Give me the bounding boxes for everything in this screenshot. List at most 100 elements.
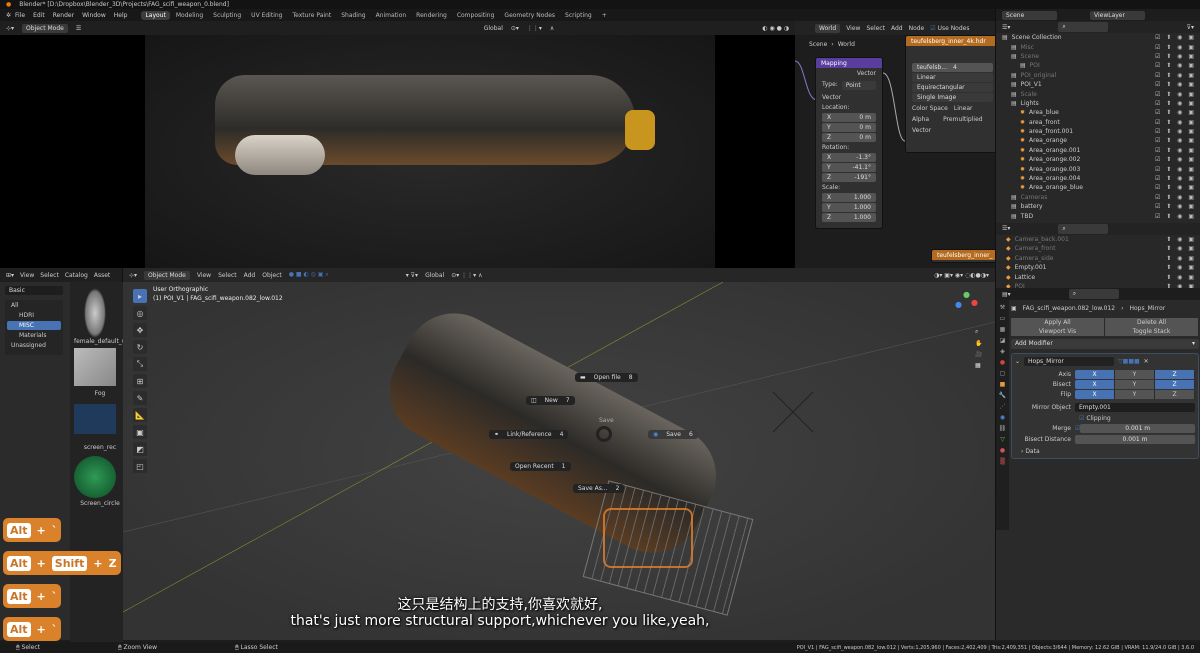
menu-edit[interactable]: Edit	[33, 12, 45, 19]
addon-icons[interactable]: ● ■ ◐ ◎ ▣ ⌕	[289, 271, 329, 279]
pie-item-link-reference[interactable]: ⚭ Link/Reference 4	[489, 430, 569, 439]
rot-field[interactable]: Y -41.1°	[822, 163, 876, 172]
outliner-item[interactable]: ✹ Area_orange.001 ☑ ⬆ ◉ ▣	[996, 146, 1200, 155]
outliner-item[interactable]: ◆ Lattice ⬆ ◉ ▣	[996, 272, 1200, 281]
workspace-tab[interactable]: Texture Paint	[288, 11, 335, 20]
visibility-toggles[interactable]: ☑ ⬆ ◉ ▣	[1155, 91, 1196, 98]
outliner-item[interactable]: ▤ POI ☑ ⬆ ◉ ▣	[996, 61, 1200, 70]
proportional-icon[interactable]: ∧	[550, 25, 554, 32]
shading-icons[interactable]: ◑▾ ▣▾ ◉▾ ◌◐●◑▾	[934, 272, 989, 279]
workspace-tab[interactable]: Scripting	[561, 11, 596, 20]
transform-dropdown[interactable]: Global	[484, 25, 503, 32]
visibility-toggles[interactable]: ☑ ⬆ ◉ ▣	[1155, 53, 1196, 60]
visibility-toggles[interactable]: ⬆ ◉ ▣	[1166, 255, 1196, 262]
pie-item-new[interactable]: ◫ New 7	[526, 396, 575, 405]
workspace-tab[interactable]: UV Editing	[247, 11, 286, 20]
outliner-item[interactable]: ✹ Area_orange ☑ ⬆ ◉ ▣	[996, 136, 1200, 145]
visibility-toggles[interactable]: ☑ ⬆ ◉ ▣	[1155, 44, 1196, 51]
editor-type-icon[interactable]: ▤▾	[1002, 291, 1011, 298]
mode-dropdown[interactable]: Object Mode	[144, 270, 190, 280]
outliner-item[interactable]: ✹ Area_orange_blue ☑ ⬆ ◉ ▣	[996, 183, 1200, 192]
menu-asset[interactable]: Asset	[94, 272, 110, 279]
clipping-checkbox[interactable]: ☑ Clipping	[1079, 415, 1195, 422]
shader-node-editor[interactable]: World View Select Add Node ☑ Use Nodes S…	[795, 21, 995, 268]
outliner-item[interactable]: ◆ Camera_side ⬆ ◉ ▣	[996, 254, 1200, 263]
outliner-item[interactable]: ✹ Area_orange.004 ☑ ⬆ ◉ ▣	[996, 174, 1200, 183]
visibility-toggles[interactable]: ⬆ ◉ ▣	[1166, 274, 1196, 281]
image-node-header[interactable]: teufelsberg_inner_4k.hdr	[906, 36, 995, 46]
loc-field[interactable]: Y0 m	[822, 123, 876, 132]
workspace-tab[interactable]: Animation	[372, 11, 411, 20]
axis-y-toggle[interactable]: Y	[1115, 370, 1155, 379]
filter-icon[interactable]: ⊽▾	[1187, 24, 1194, 31]
visibility-toggles[interactable]: ☑ ⬆ ◉ ▣	[1155, 34, 1196, 41]
search-icon-2[interactable]: ⌕	[1058, 223, 1109, 234]
rot-field[interactable]: Z -191°	[822, 173, 876, 182]
menu-add[interactable]: Add	[244, 272, 256, 279]
outliner-item[interactable]: ▤ Misc ☑ ⬆ ◉ ▣	[996, 42, 1200, 51]
scl-field[interactable]: Z 1.000	[822, 213, 876, 222]
mirror-object-field[interactable]: Empty.001	[1075, 403, 1195, 412]
bisect-distance-field[interactable]: 0.001 m	[1075, 435, 1195, 444]
bisect-y-toggle[interactable]: Y	[1115, 380, 1155, 389]
loc-field[interactable]: Z0 m	[822, 133, 876, 142]
menu-render[interactable]: Render	[53, 12, 74, 19]
visibility-toggles[interactable]: ☑ ⬆ ◉ ▣	[1155, 147, 1196, 154]
vector-input-socket[interactable]: Vector	[816, 92, 882, 103]
visibility-toggles[interactable]: ☑ ⬆ ◉ ▣	[1155, 109, 1196, 116]
outliner-item[interactable]: ▤ Lights ☑ ⬆ ◉ ▣	[996, 99, 1200, 108]
measure-tool-icon[interactable]: 📐	[133, 408, 147, 422]
visibility-toggles[interactable]: ☑ ⬆ ◉ ▣	[1155, 62, 1196, 69]
outliner-item[interactable]: ◆ Camera_front ⬆ ◉ ▣	[996, 244, 1200, 253]
editor-type-icon[interactable]: ⊹▾	[6, 25, 14, 32]
outliner-item[interactable]: ▤ TBD ☑ ⬆ ◉ ▣	[996, 211, 1200, 220]
source-dropdown[interactable]: Single Image	[912, 93, 993, 102]
outliner-item[interactable]: ▤ battery ☑ ⬆ ◉ ▣	[996, 202, 1200, 211]
annotate-tool-icon[interactable]: ✎	[133, 391, 147, 405]
filter-icon[interactable]: ▾ ⊽▾	[406, 272, 418, 279]
menu-select[interactable]: Select	[40, 272, 59, 279]
outliner-item[interactable]: ✹ Area_orange.003 ☑ ⬆ ◉ ▣	[996, 164, 1200, 173]
menu-select[interactable]: Select	[218, 272, 237, 279]
pivot-icon[interactable]: ⊙▾	[511, 25, 519, 32]
render-viewport[interactable]: ⊹▾ Object Mode ☰ Global ⊙▾ ⋮⋮▾ ∧ ◐ ◉ ● ◑	[0, 21, 795, 268]
add-cube-tool-icon[interactable]: ▣	[133, 425, 147, 439]
catalog-item[interactable]: Unassigned	[7, 341, 61, 350]
pie-item-open-file[interactable]: ▬ Open file 8	[575, 373, 638, 382]
outliner-item[interactable]: ▤ Cameras ☑ ⬆ ◉ ▣	[996, 193, 1200, 202]
workspace-tab[interactable]: Compositing	[453, 11, 499, 20]
visibility-toggles[interactable]: ⬆ ◉ ▣	[1166, 236, 1196, 243]
properties-tabs[interactable]: ⚒ ▭ ▦ ◪ ◈ ● ▢ ■ 🔧 ⋰ ◉ ⛓ ▽ ● ▒	[996, 300, 1009, 530]
scl-field[interactable]: Y 1.000	[822, 203, 876, 212]
axis-x-toggle[interactable]: X	[1075, 370, 1115, 379]
move-tool-icon[interactable]: ✥	[133, 323, 147, 337]
workspace-tab[interactable]: Shading	[337, 11, 369, 20]
transform-tool-icon[interactable]: ⊞	[133, 374, 147, 388]
menu-window[interactable]: Window	[82, 12, 106, 19]
snap-icon[interactable]: ⋮⋮▾	[527, 25, 542, 32]
flip-z-toggle[interactable]: Z	[1155, 390, 1195, 399]
visibility-toggles[interactable]: ☑ ⬆ ◉ ▣	[1155, 166, 1196, 173]
main-3d-viewport[interactable]: ⊹▾ Object Mode View Select Add Object ● …	[123, 268, 995, 640]
menu-file[interactable]: File	[15, 12, 25, 19]
axis-z-toggle[interactable]: Z	[1155, 370, 1195, 379]
transform-dropdown[interactable]: Global	[425, 272, 444, 279]
asset-thumb-screen-rec[interactable]	[74, 404, 116, 434]
image-datablock[interactable]: teufelsb... 4	[912, 63, 993, 72]
interpolation-dropdown[interactable]: Linear	[912, 73, 993, 82]
outliner-item[interactable]: ◆ Empty.001 ⬆ ◉ ▣	[996, 263, 1200, 272]
outliner-item[interactable]: ▤ POI_original ☑ ⬆ ◉ ▣	[996, 71, 1200, 80]
scl-field[interactable]: X 1.000	[822, 193, 876, 202]
catalog-item[interactable]: MISC	[7, 321, 61, 330]
select-tool-icon[interactable]: ▸	[133, 289, 147, 303]
outliner-item[interactable]: ✹ Area_orange.002 ☑ ⬆ ◉ ▣	[996, 155, 1200, 164]
navigation-gizmo[interactable]: ● ● ●	[953, 290, 979, 316]
outliner-item[interactable]: ▤ Scale ☑ ⬆ ◉ ▣	[996, 89, 1200, 98]
flip-x-toggle[interactable]: X	[1075, 390, 1115, 399]
visibility-toggles[interactable]: ⬆ ◉ ▣	[1166, 245, 1196, 252]
outliner-item[interactable]: ▤ POI_V1 ☑ ⬆ ◉ ▣	[996, 80, 1200, 89]
pie-item-save-as[interactable]: Save As... 2	[573, 484, 625, 493]
cursor-tool-icon[interactable]: ◎	[133, 306, 147, 320]
outliner-item[interactable]: ✹ area_front.001 ☑ ⬆ ◉ ▣	[996, 127, 1200, 136]
pie-item-open-recent[interactable]: Open Recent 1	[510, 462, 571, 471]
